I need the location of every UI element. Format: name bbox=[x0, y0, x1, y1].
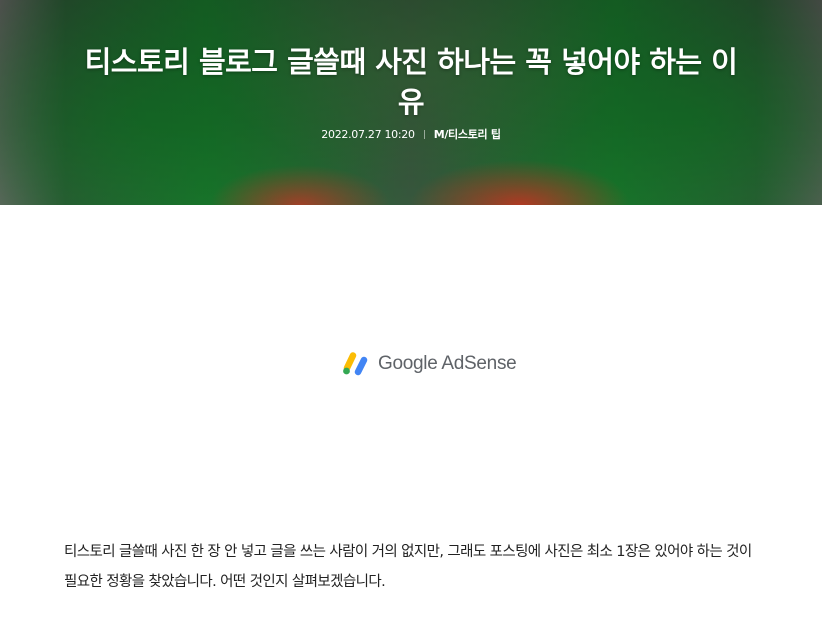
post-title: 티스토리 블로그 글쓸때 사진 하나는 꼭 넣어야 하는 이유 bbox=[84, 45, 738, 119]
post-category-link[interactable]: M/티스토리 팁 bbox=[434, 128, 501, 141]
adsense-logo[interactable]: Google AdSense bbox=[342, 351, 517, 377]
adsense-logo-text: Google AdSense bbox=[378, 353, 517, 374]
post-header-cover: 티스토리 블로그 글쓸때 사진 하나는 꼭 넣어야 하는 이유 2022.07.… bbox=[0, 0, 822, 205]
post-body-paragraph: 티스토리 글쓸때 사진 한 장 안 넣고 글을 쓰는 사람이 거의 없지만, 그… bbox=[64, 544, 752, 590]
adsense-logo-icon bbox=[343, 352, 368, 376]
post-meta: 2022.07.27 10:20 M/티스토리 팁 bbox=[0, 127, 822, 143]
post-date: 2022.07.27 10:20 bbox=[321, 128, 415, 141]
blog-post-page: 티스토리 블로그 글쓸때 사진 하나는 꼭 넣어야 하는 이유 2022.07.… bbox=[0, 0, 822, 631]
meta-divider bbox=[423, 130, 425, 139]
